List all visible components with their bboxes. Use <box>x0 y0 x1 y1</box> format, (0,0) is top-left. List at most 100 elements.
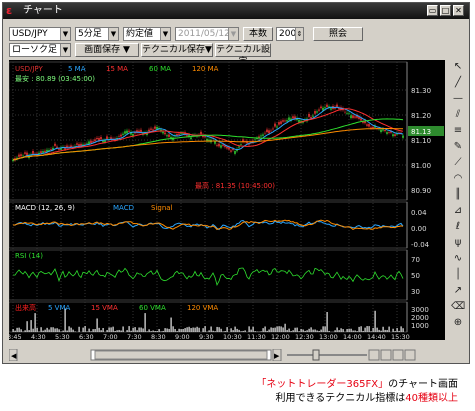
rsi-tick-label: 50 <box>411 272 420 280</box>
chart-scroll-bar[interactable]: ◀ ▶ <box>8 346 445 362</box>
candle-body <box>102 140 104 143</box>
chart-area[interactable]: 81.30 81.20 81.10 81.00 80.90 USD/JPY 5 MA 15 M… <box>7 60 445 341</box>
volume-bar <box>168 328 170 332</box>
zoom-icon[interactable]: ⊕ <box>451 316 465 330</box>
chart-type-select[interactable]: ローソク足 ▼ <box>9 43 71 57</box>
ray-icon[interactable]: ↗ <box>451 284 465 298</box>
volume-bar <box>400 326 402 332</box>
main-legend-item: 15 MA <box>106 65 128 73</box>
candle-body <box>58 149 60 151</box>
volume-bar <box>152 330 154 332</box>
candle-body <box>94 139 96 142</box>
volume-bar <box>54 328 56 332</box>
volume-bar <box>24 330 26 332</box>
text-icon[interactable]: ℓ <box>451 220 465 234</box>
candle-body <box>268 130 270 134</box>
volume-bar <box>140 327 142 332</box>
fan-icon[interactable]: ⟋ <box>451 156 465 170</box>
volume-bar <box>72 329 74 332</box>
candle-body <box>318 109 320 111</box>
horizontal-line-icon[interactable]: — <box>451 92 465 106</box>
volume-bar <box>62 330 64 332</box>
technical-settings-button[interactable]: テクニカル設定 <box>215 43 271 67</box>
volume-bar <box>380 330 382 332</box>
candle-body <box>32 150 34 154</box>
candle-body <box>42 151 44 153</box>
candle-body <box>154 126 156 129</box>
maximize-window-icon[interactable]: □ <box>440 5 451 16</box>
volume-legend-item: 5 VMA <box>48 304 71 312</box>
volume-bar <box>16 327 18 332</box>
volume-bar <box>226 327 228 332</box>
restore-window-icon[interactable]: ▭ <box>427 5 438 16</box>
pencil-icon[interactable]: ✎ <box>451 140 465 154</box>
volume-bar <box>184 328 186 332</box>
price-tick-label: 81.20 <box>411 112 431 120</box>
time-tick-label: 9:30 <box>199 333 214 340</box>
candle-body <box>124 131 126 134</box>
close-window-icon[interactable]: ✕ <box>453 5 464 16</box>
chevron-down-icon: ▼ <box>160 28 170 40</box>
trendline-icon[interactable]: ╱ <box>451 76 465 90</box>
candle-body <box>204 136 206 138</box>
search-button[interactable]: 照会 <box>313 27 363 41</box>
volume-bar <box>148 329 150 332</box>
candle-body <box>278 122 280 125</box>
wave-icon[interactable]: ∿ <box>451 252 465 266</box>
rsi-tick-label: 30 <box>411 288 420 296</box>
candle-body <box>162 131 164 134</box>
gann-icon[interactable]: ⊿ <box>451 204 465 218</box>
volume-tick-label: 2000 <box>411 314 429 322</box>
macd-legend-item: Signal <box>151 204 173 212</box>
volume-bar <box>292 330 294 332</box>
date-input[interactable]: 2011/05/12 ▼ <box>175 27 239 41</box>
volume-bar <box>270 327 272 332</box>
volume-bar <box>56 328 58 332</box>
volume-bar <box>398 330 400 332</box>
volume-bar <box>60 331 62 332</box>
volume-bar <box>266 330 268 332</box>
candle-body <box>106 136 108 140</box>
volume-bar <box>392 328 394 332</box>
interval-value: 5分足 <box>78 29 102 39</box>
volume-bar <box>306 330 308 332</box>
volume-bar <box>44 329 46 332</box>
cursor-icon[interactable]: ↖ <box>451 60 465 74</box>
volume-bar <box>66 330 68 332</box>
vertical-line-icon[interactable]: │ <box>451 268 465 282</box>
time-tick-label: 7:00 <box>103 333 118 340</box>
panel-border <box>8 249 408 301</box>
save-screen-button[interactable]: 画面保存 ▼ <box>75 43 139 57</box>
volume-bar <box>268 329 270 332</box>
volume-bar <box>146 331 148 332</box>
fibonacci-icon[interactable]: ≡ <box>451 124 465 138</box>
interval-select[interactable]: 5分足 ▼ <box>75 27 119 41</box>
time-tick-label: 14:40 <box>367 333 386 340</box>
arc-icon[interactable]: ◠ <box>451 172 465 186</box>
volume-bar <box>274 327 276 332</box>
candle-body <box>50 149 52 151</box>
volume-bar <box>358 326 360 332</box>
candle-body <box>336 104 338 107</box>
candle-body <box>346 112 348 114</box>
volume-bar <box>180 329 182 332</box>
candle-body <box>178 133 180 135</box>
eraser-icon[interactable]: ⌫ <box>451 300 465 314</box>
currency-pair-value: USD/JPY <box>12 29 48 39</box>
caption-indicator-count: 40種類以上 <box>405 393 458 404</box>
candle-body <box>200 131 202 135</box>
chart-svg: 81.30 81.20 81.10 81.00 80.90 USD/JPY 5 MA 15 M… <box>7 61 444 341</box>
save-technical-button[interactable]: テクニカル保存▼ <box>141 43 213 57</box>
ma120-line <box>13 128 403 161</box>
channel-icon[interactable]: ⫽ <box>451 108 465 122</box>
candle-body <box>326 104 328 107</box>
candle-body <box>284 120 286 122</box>
currency-pair-select[interactable]: USD/JPY ▼ <box>9 27 71 41</box>
price-type-select[interactable]: 約定値 ▼ <box>123 27 171 41</box>
pitchfork-icon[interactable]: ψ <box>451 236 465 250</box>
count-stepper[interactable]: 200 ⇕ <box>276 27 304 41</box>
volume-bar <box>166 328 168 332</box>
volume-bar <box>20 329 22 332</box>
cycle-icon[interactable]: ║ <box>451 188 465 202</box>
candle-body <box>272 128 274 130</box>
